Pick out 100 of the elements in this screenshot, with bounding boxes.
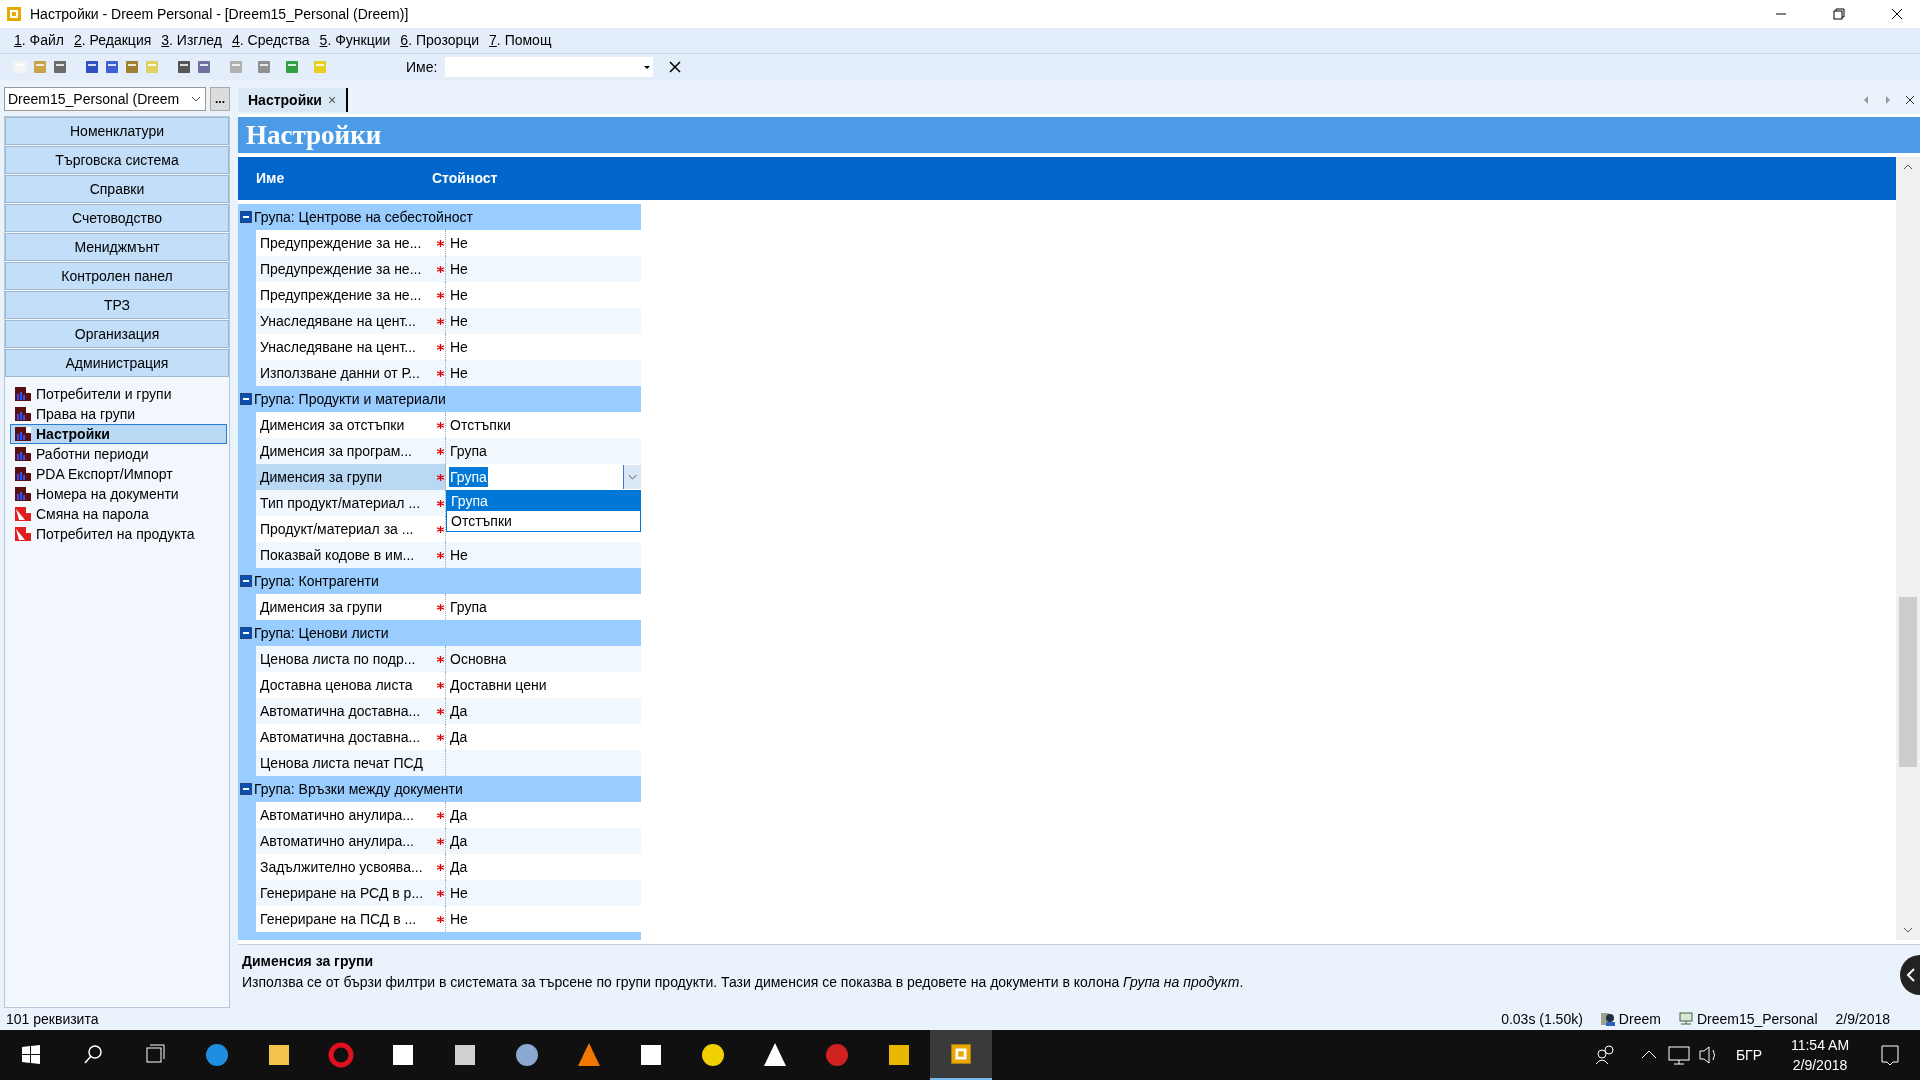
scroll-thumb[interactable] — [1899, 597, 1917, 767]
setting-value[interactable]: Не — [446, 287, 468, 303]
setting-name[interactable]: Използване данни от Р... — [256, 360, 436, 386]
clock[interactable]: 11:54 AM 2/9/2018 — [1780, 1035, 1860, 1075]
setting-name[interactable]: Дименсия за групи — [256, 594, 436, 620]
setting-name[interactable]: Задължително усвоява... — [256, 854, 436, 880]
status-date: 2/9/2018 — [1835, 1009, 1890, 1029]
list-icon — [15, 466, 31, 482]
setting-name[interactable]: Предупреждение за не... — [256, 256, 436, 282]
app-icon — [950, 1043, 972, 1065]
setting-value[interactable]: Не — [446, 261, 468, 277]
setting-name[interactable]: Генериране на ПСД в ... — [256, 906, 436, 932]
setting-name[interactable]: Автоматична доставна... — [256, 698, 436, 724]
tree-item[interactable]: Потребители и групи — [10, 384, 227, 404]
group-header: Група: Ценови листи — [254, 623, 389, 643]
setting-value[interactable]: Не — [446, 339, 468, 355]
menu-item[interactable]: 7. Помощ — [489, 30, 552, 51]
setting-value[interactable]: Доставни цени — [446, 677, 547, 693]
dropdown-option[interactable]: Отстъпки — [447, 511, 640, 531]
menu-item[interactable]: 1. Файл — [14, 30, 64, 51]
user-name: Dreem — [1618, 1009, 1661, 1029]
setting-value[interactable]: Да — [446, 833, 468, 849]
user-icon — [1600, 1012, 1615, 1026]
setting-value[interactable]: Не — [446, 365, 468, 381]
app-icon — [6, 6, 22, 22]
setting-value[interactable]: Група — [446, 599, 487, 615]
column-header[interactable]: Име — [238, 168, 432, 189]
collapse-icon[interactable] — [240, 393, 252, 405]
list-icon — [15, 426, 31, 442]
nav-section-button[interactable]: Администрация — [5, 349, 229, 377]
setting-name[interactable]: Предупреждение за не... — [256, 230, 436, 256]
tree-item[interactable]: Права на групи — [10, 404, 227, 424]
browse-button[interactable]: ... — [210, 87, 230, 111]
setting-value[interactable]: Да — [446, 729, 468, 745]
language-indicator[interactable]: БГР — [1735, 1044, 1762, 1066]
setting-value[interactable]: Отстъпки — [446, 417, 511, 433]
nav-section-button[interactable]: Контролен панел — [5, 262, 229, 290]
list-icon — [15, 446, 31, 462]
tree-item[interactable]: PDA Експорт/Импорт — [10, 464, 227, 484]
menu-item[interactable]: 3. Изглед — [161, 30, 222, 51]
server-icon — [1678, 1012, 1693, 1026]
tree-item[interactable]: Номера на документи — [10, 484, 227, 504]
setting-value[interactable]: Не — [446, 911, 468, 927]
dropdown-option[interactable]: Група — [447, 491, 640, 511]
setting-name[interactable]: Предупреждение за не... — [256, 282, 436, 308]
form-icon — [15, 506, 31, 522]
nav-section-button[interactable]: ТРЗ — [5, 291, 229, 319]
setting-name[interactable]: Автоматично анулира... — [256, 802, 436, 828]
setting-name[interactable]: Ценова листа по подр... — [256, 646, 436, 672]
collapse-icon[interactable] — [240, 783, 252, 795]
nav-section-button[interactable]: Организация — [5, 320, 229, 348]
database-combobox[interactable]: Dreem15_Personal (Dreem — [4, 87, 206, 111]
tab-close[interactable]: × — [327, 89, 337, 111]
setting-name[interactable]: Доставна ценова листа — [256, 672, 436, 698]
setting-name[interactable]: Генериране на РСД в р... — [256, 880, 436, 906]
setting-name[interactable]: Тип продукт/материал ... — [256, 490, 436, 516]
collapse-icon[interactable] — [240, 627, 252, 639]
setting-name[interactable]: Автоматично анулира... — [256, 828, 436, 854]
menu-item[interactable]: 4. Средства — [231, 30, 310, 51]
nav-section-button[interactable]: Справки — [5, 175, 229, 203]
setting-name[interactable]: Дименсия за програм... — [256, 438, 436, 464]
nav-section-button[interactable]: Мениджмънт — [5, 233, 229, 261]
collapse-icon[interactable] — [240, 575, 252, 587]
active-app-button[interactable] — [930, 1030, 992, 1080]
timing: 0.03s (1.50k) — [1501, 1009, 1583, 1029]
tree-item[interactable]: Смяна на парола — [10, 504, 227, 524]
setting-name[interactable]: Унаследяване на цент... — [256, 308, 436, 334]
setting-name[interactable]: Продукт/материал за ... — [256, 516, 436, 542]
setting-name[interactable]: Унаследяване на цент... — [256, 334, 436, 360]
setting-value[interactable]: Не — [446, 235, 468, 251]
menu-item[interactable]: 5. Функции — [319, 30, 391, 51]
setting-value[interactable]: Да — [446, 807, 468, 823]
setting-value[interactable]: Не — [446, 885, 468, 901]
setting-value[interactable]: Основна — [446, 651, 507, 667]
tree-item[interactable]: Потребител на продукта — [10, 524, 227, 544]
nav-section-button[interactable]: Счетоводство — [5, 204, 229, 232]
menu-item[interactable]: 6. Прозорци — [400, 30, 480, 51]
setting-value[interactable]: Да — [446, 859, 468, 875]
nav-section-button[interactable]: Търговска система — [5, 146, 229, 174]
group-header: Група: Продукти и материали — [254, 389, 446, 409]
group-header: Група: Центрове на себестойност — [254, 207, 473, 227]
setting-name[interactable]: Автоматична доставна... — [256, 724, 436, 750]
setting-value[interactable]: Не — [446, 547, 468, 563]
group-header: Група: Контрагенти — [254, 571, 379, 591]
nav-section-button[interactable]: Номенклатури — [5, 117, 229, 145]
tree-item[interactable]: Настройки — [10, 424, 227, 444]
setting-name[interactable]: Дименсия за отстъпки — [256, 412, 436, 438]
setting-value[interactable]: Да — [446, 703, 468, 719]
dropdown-arrow-icon[interactable] — [643, 63, 652, 71]
document-tab[interactable]: Настройки × — [238, 88, 349, 112]
scrollbar[interactable] — [1896, 157, 1920, 940]
collapse-icon[interactable] — [240, 211, 252, 223]
setting-value[interactable]: Не — [446, 313, 468, 329]
setting-value[interactable]: Група — [446, 443, 487, 459]
menu-item[interactable]: 2. Редакция — [74, 30, 152, 51]
page-title: Настройки — [246, 118, 382, 152]
column-header[interactable]: Стойност — [432, 168, 498, 189]
setting-name[interactable]: Дименсия за групи — [256, 464, 436, 490]
tree-item[interactable]: Работни периоди — [10, 444, 227, 464]
setting-name[interactable]: Показвай кодове в им... — [256, 542, 436, 568]
